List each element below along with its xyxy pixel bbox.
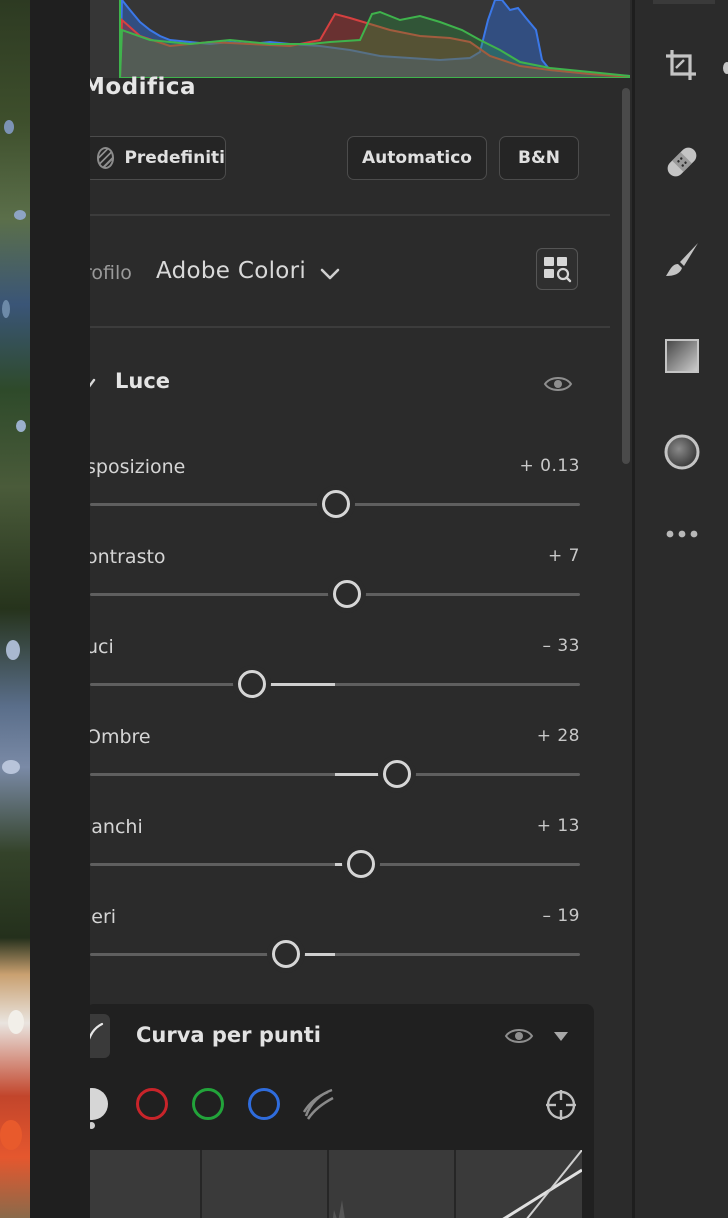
tool-strip-tab[interactable] (653, 0, 715, 4)
slider-thumb[interactable] (383, 760, 412, 788)
light-section-title[interactable]: Luce (115, 369, 170, 393)
presets-icon (97, 147, 115, 169)
grid-search-icon (544, 257, 572, 283)
photo-preview-edge (0, 0, 30, 1218)
slider-value[interactable]: – 19 (542, 906, 580, 926)
profile-browser-button[interactable] (536, 248, 578, 290)
slider-row: leri – 19 (90, 906, 580, 968)
tone-curve-graph[interactable] (90, 1150, 582, 1218)
slider-value[interactable]: + 28 (537, 726, 580, 746)
eye-icon[interactable] (543, 374, 573, 394)
profile-label: rofilo (90, 262, 132, 284)
panel-gutter (30, 0, 90, 1218)
slider-label: ianchi (90, 816, 143, 838)
panel-scrollbar[interactable] (622, 88, 630, 464)
selected-channel-indicator (90, 1122, 95, 1129)
blue-channel-icon[interactable] (248, 1088, 280, 1120)
green-channel-icon[interactable] (192, 1088, 224, 1120)
point-curve-panel: Curva per punti (90, 1004, 594, 1218)
point-curve-title: Curva per punti (136, 1023, 322, 1047)
slider-thumb[interactable] (346, 850, 375, 878)
slider-row: uci – 33 (90, 636, 580, 698)
divider (90, 214, 610, 216)
edit-panel: Modifica Predefiniti Automatico B&N rofi… (90, 0, 632, 1218)
auto-button[interactable]: Automatico (347, 136, 487, 180)
brush-icon[interactable] (662, 240, 702, 280)
slider-label: Ombre (90, 726, 151, 748)
slider-row: Ombre + 28 (90, 726, 580, 788)
presets-label: Predefiniti (124, 148, 225, 168)
rgb-channel-icon[interactable] (90, 1088, 108, 1120)
collapse-caret-icon[interactable] (554, 1032, 568, 1041)
panel-title: Modifica (90, 74, 197, 100)
slider-track[interactable] (90, 953, 580, 956)
profile-dropdown[interactable]: Adobe Colori (156, 258, 306, 284)
curve-icon (90, 1022, 104, 1040)
crop-icon[interactable] (662, 46, 702, 86)
more-icon[interactable] (662, 514, 702, 554)
presets-button[interactable]: Predefiniti (90, 136, 226, 180)
slider-label: sposizione (90, 456, 186, 478)
divider (90, 326, 610, 328)
slider-track[interactable] (90, 683, 580, 686)
slider-label: ontrasto (90, 546, 166, 568)
chevron-down-icon[interactable] (318, 262, 342, 286)
slider-value[interactable]: + 7 (548, 546, 580, 566)
slider-row: ianchi + 13 (90, 816, 580, 878)
healing-icon[interactable] (662, 142, 702, 182)
radial-gradient-icon[interactable] (662, 432, 702, 472)
slider-thumb[interactable] (322, 490, 351, 518)
red-channel-icon[interactable] (136, 1088, 168, 1120)
crop-indicator (723, 62, 728, 74)
slider-thumb[interactable] (272, 940, 300, 968)
target-adjust-icon[interactable] (544, 1088, 578, 1122)
curve-toggle-button[interactable] (90, 1014, 110, 1058)
slider-row: sposizione + 0.13 (90, 456, 581, 518)
tool-strip (632, 0, 728, 1218)
slider-value[interactable]: – 33 (542, 636, 580, 656)
slider-label: leri (90, 906, 117, 928)
slider-label: uci (90, 636, 114, 658)
parametric-curve-icon[interactable] (300, 1086, 336, 1122)
slider-thumb[interactable] (332, 580, 361, 608)
slider-row: ontrasto + 7 (90, 546, 580, 608)
eye-icon[interactable] (504, 1026, 534, 1046)
slider-value[interactable]: + 13 (537, 816, 580, 836)
histogram (90, 0, 630, 78)
collapse-chevron-icon[interactable] (90, 376, 102, 392)
slider-value[interactable]: + 0.13 (520, 456, 581, 476)
black-white-button[interactable]: B&N (499, 136, 579, 180)
linear-gradient-icon[interactable] (662, 336, 702, 376)
slider-thumb[interactable] (237, 670, 266, 698)
